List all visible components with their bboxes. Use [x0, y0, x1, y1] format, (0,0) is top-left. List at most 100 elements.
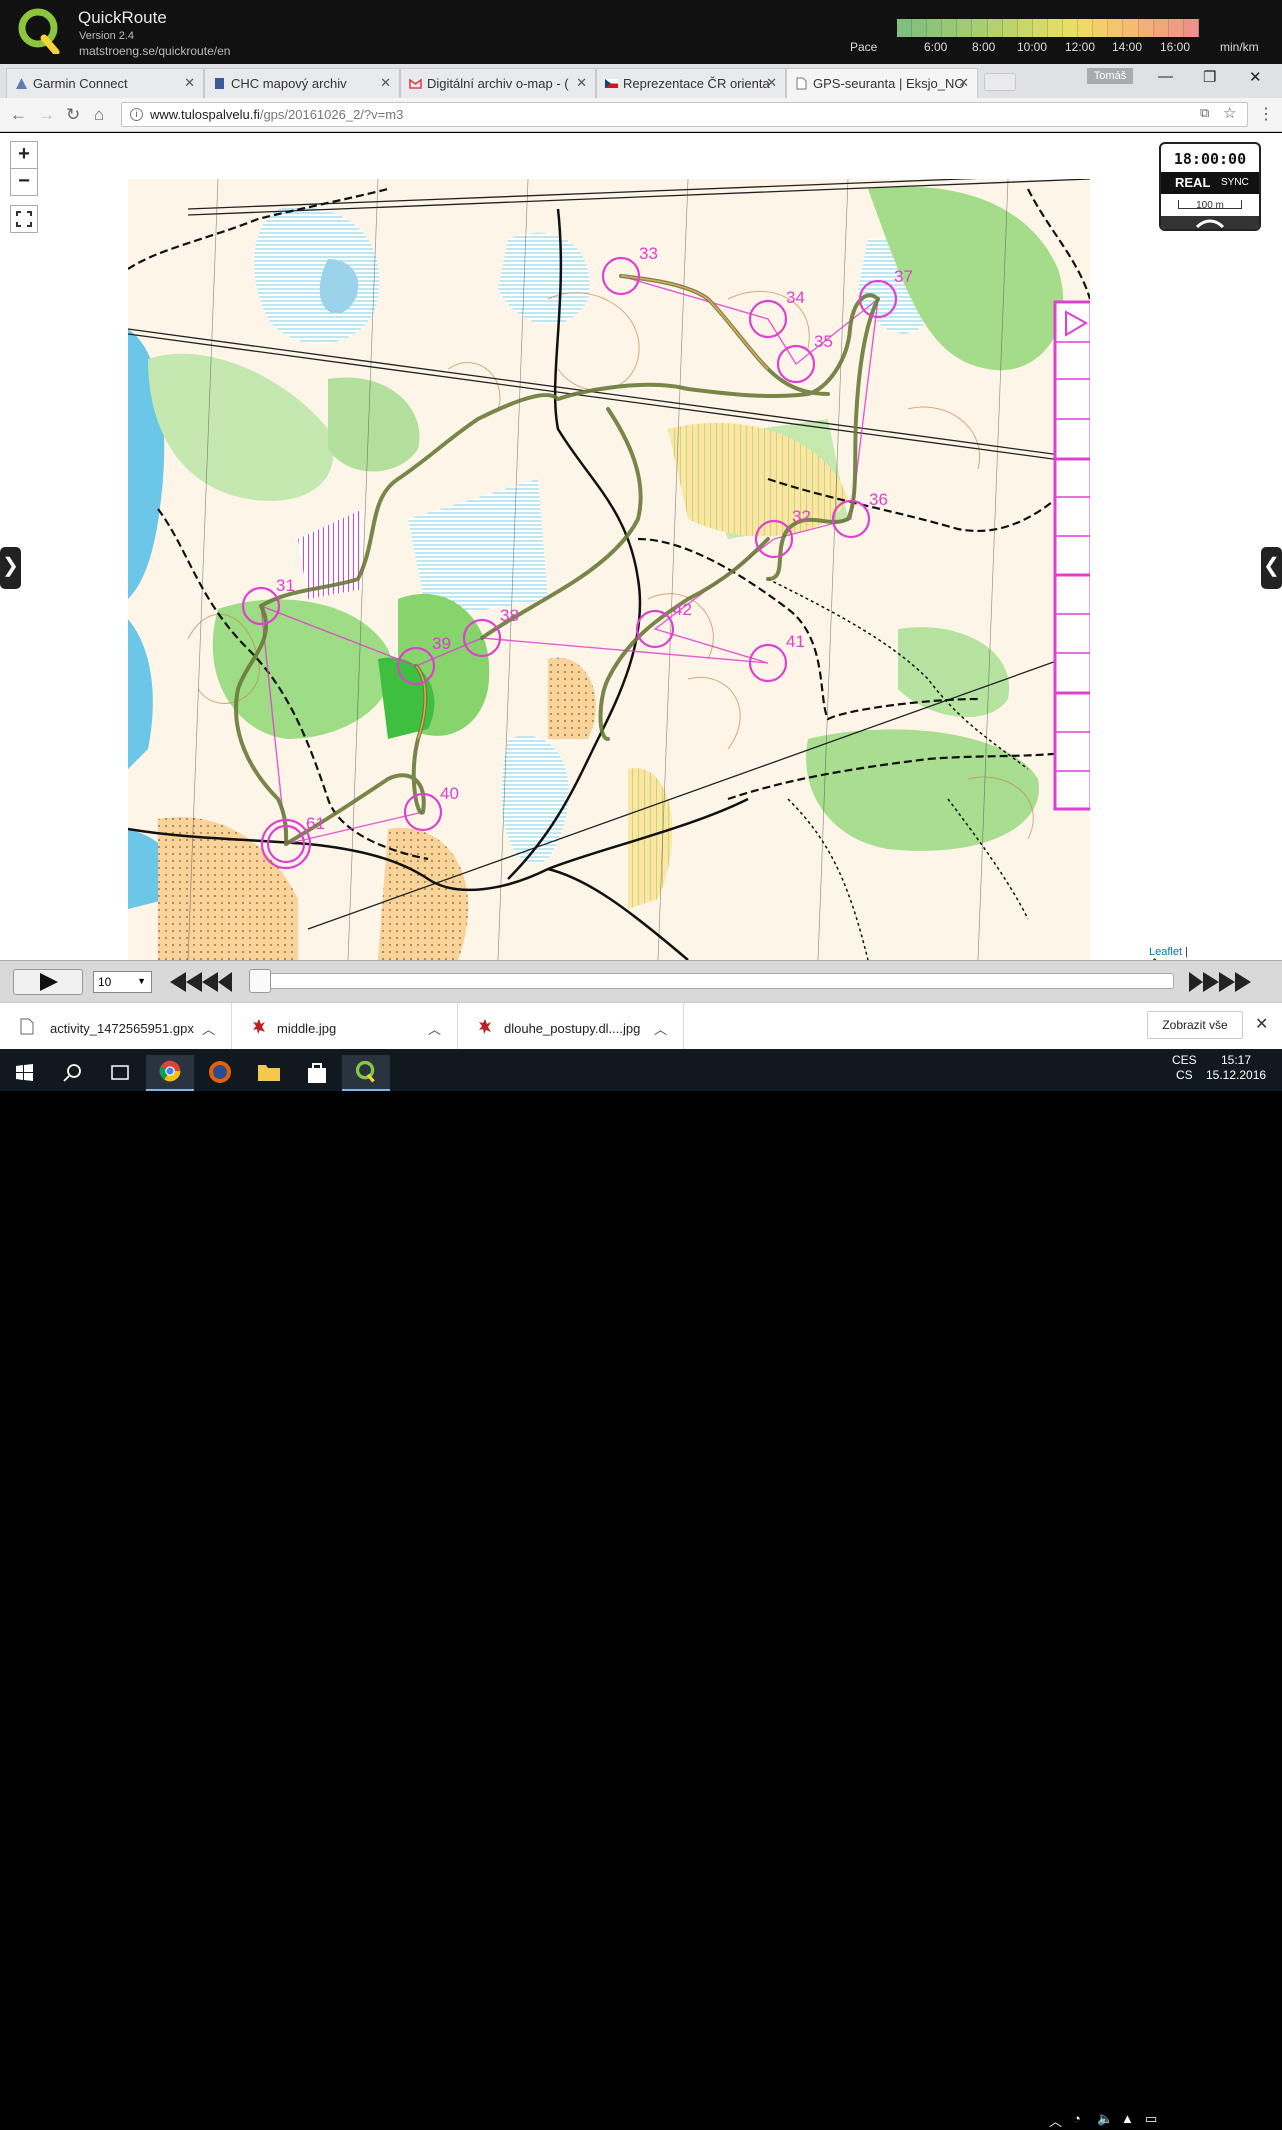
show-hidden-icons-icon[interactable]: ︿	[1049, 2111, 1062, 2130]
play-button[interactable]	[13, 969, 83, 995]
control-number: 34	[786, 288, 805, 307]
restore-icon[interactable]: ❐	[1203, 68, 1216, 86]
browser-menu-icon[interactable]: ⋮	[1258, 104, 1274, 124]
windows-start-icon[interactable]	[0, 1055, 48, 1091]
window-close-icon[interactable]: ✕	[1249, 68, 1262, 86]
pace-color-swatch	[1093, 19, 1109, 37]
tab-chc-archive[interactable]: CHC mapový archiv ✕	[204, 68, 400, 98]
control-number: 42	[673, 600, 692, 619]
tab-label: Garmin Connect	[33, 76, 128, 91]
bookmark-star-icon[interactable]: ☆	[1223, 104, 1236, 122]
close-icon[interactable]: ✕	[766, 75, 777, 91]
minimize-icon[interactable]: —	[1158, 68, 1173, 85]
download-item[interactable]: middle.jpg ︿	[232, 1003, 458, 1050]
store-icon[interactable]	[293, 1055, 341, 1091]
pace-color-swatch	[1123, 19, 1139, 37]
download-filename: middle.jpg	[277, 1021, 337, 1036]
pace-color-swatch	[1153, 19, 1169, 37]
volume-icon[interactable]: 🔈	[1097, 2111, 1113, 2127]
network-icon[interactable]: ◔	[1073, 2111, 1081, 2126]
rewind-icon[interactable]	[168, 969, 234, 995]
pace-color-swatch	[957, 19, 973, 37]
reload-icon[interactable]: ↻	[66, 105, 80, 125]
czech-flag-icon	[605, 79, 618, 88]
garmin-triangle-icon	[16, 78, 27, 89]
close-icon[interactable]: ✕	[576, 75, 587, 91]
new-tab-button[interactable]	[984, 73, 1016, 91]
gmail-icon	[409, 78, 422, 89]
app-url: matstroeng.se/quickroute/en	[79, 44, 231, 58]
keyboard-code: CS	[1176, 1068, 1193, 1082]
tab-reprezentace[interactable]: Reprezentace ČR orienta ✕	[596, 68, 786, 98]
orienteering-map[interactable]: 33 34 35 36 37 31 32 38 39 40 41 42 61	[128, 179, 1090, 960]
info-icon[interactable]: i	[130, 108, 143, 121]
pace-color-swatch	[972, 19, 988, 37]
close-icon[interactable]: ✕	[958, 75, 969, 91]
mode-real-button[interactable]: REAL	[1175, 175, 1210, 190]
fullscreen-button[interactable]	[10, 205, 38, 233]
url-host: www.tulospalvelu.fi	[150, 107, 260, 122]
control-number: 37	[894, 267, 913, 286]
downloads-shelf: activity_1472565951.gpx ︿ middle.jpg ︿ d…	[0, 1002, 1282, 1050]
fast-forward-icon[interactable]	[1187, 969, 1253, 995]
page-icon	[796, 77, 807, 90]
time-mode-switch: REAL SYNC	[1161, 172, 1259, 194]
pace-color-swatch	[912, 19, 928, 37]
control-number: 38	[500, 606, 519, 625]
chevron-up-icon[interactable]: ︿	[428, 1019, 441, 1038]
page-viewport: 33 34 35 36 37 31 32 38 39 40 41 42 61 +…	[0, 133, 1282, 960]
file-explorer-icon[interactable]	[245, 1055, 293, 1091]
leaflet-link[interactable]: Leaflet	[1149, 946, 1182, 958]
pace-tick: 16:00	[1160, 40, 1191, 54]
back-icon[interactable]: ←	[10, 105, 27, 125]
pace-tick: 8:00	[972, 40, 996, 54]
url-field[interactable]: i www.tulospalvelu.fi/gps/20161026_2/?v=…	[121, 102, 1248, 127]
download-item[interactable]: dlouhe_postupy.dl....jpg ︿	[458, 1003, 684, 1050]
close-icon[interactable]: ✕	[184, 75, 195, 91]
control-description-sheet	[1053, 300, 1090, 811]
speed-select[interactable]: 10 ▼	[93, 971, 152, 993]
mode-sync-button[interactable]: SYNC	[1221, 177, 1249, 188]
seek-slider-track[interactable]	[251, 973, 1174, 989]
seek-slider-thumb[interactable]	[249, 969, 271, 993]
download-filename: activity_1472565951.gpx	[50, 1021, 194, 1036]
pace-color-swatch	[1108, 19, 1124, 37]
pace-color-swatch	[942, 19, 958, 37]
zoom-in-button[interactable]: +	[10, 141, 38, 169]
translate-icon[interactable]: ⧉	[1200, 105, 1209, 121]
pace-color-swatch	[897, 19, 913, 37]
pace-tick-labels: 6:00 8:00 10:00 12:00 14:00 16:00	[900, 40, 1200, 54]
search-icon[interactable]	[48, 1055, 96, 1091]
chevron-up-icon[interactable]: ︿	[654, 1019, 667, 1038]
tab-gps-seuranta[interactable]: GPS-seuranta | Eksjo_NO ✕	[786, 68, 978, 98]
notifications-icon[interactable]: ▭	[1145, 2111, 1157, 2127]
fullscreen-icon	[16, 211, 32, 227]
left-panel-toggle[interactable]: ❯	[0, 547, 21, 589]
tab-garmin-connect[interactable]: Garmin Connect ✕	[6, 68, 204, 98]
forward-icon[interactable]: →	[38, 105, 55, 125]
chevron-up-icon[interactable]: ︿	[202, 1019, 215, 1038]
onedrive-icon[interactable]: ▲	[1121, 2111, 1134, 2126]
close-icon[interactable]: ✕	[380, 75, 391, 91]
firefox-icon[interactable]	[196, 1055, 244, 1091]
pace-color-swatch	[927, 19, 943, 37]
right-panel-toggle[interactable]: ❮	[1261, 547, 1282, 589]
show-all-downloads-button[interactable]: Zobrazit vše	[1147, 1011, 1243, 1039]
task-view-icon[interactable]	[96, 1055, 144, 1091]
close-downloads-icon[interactable]: ✕	[1255, 1014, 1268, 1034]
zoom-out-button[interactable]: −	[10, 168, 38, 196]
download-item[interactable]: activity_1472565951.gpx ︿	[0, 1003, 232, 1050]
system-clock[interactable]: 15:17 15.12.2016	[1206, 1053, 1266, 1083]
chrome-icon[interactable]	[146, 1055, 194, 1091]
quickroute-taskbar-icon[interactable]	[342, 1055, 390, 1091]
pace-unit: min/km	[1220, 40, 1259, 54]
home-icon[interactable]: ⌂	[94, 105, 104, 125]
tab-label: Digitální archiv o-map - (	[427, 76, 569, 91]
control-number: 41	[786, 632, 805, 651]
tab-gmail[interactable]: Digitální archiv o-map - ( ✕	[400, 68, 596, 98]
pace-color-swatch	[1063, 19, 1079, 37]
chevron-left-icon: ❮	[1263, 555, 1280, 577]
profile-badge[interactable]: Tomáš	[1087, 68, 1133, 84]
input-language[interactable]: CES CS	[1172, 1053, 1197, 1083]
panel-collapse-button[interactable]	[1161, 216, 1259, 229]
